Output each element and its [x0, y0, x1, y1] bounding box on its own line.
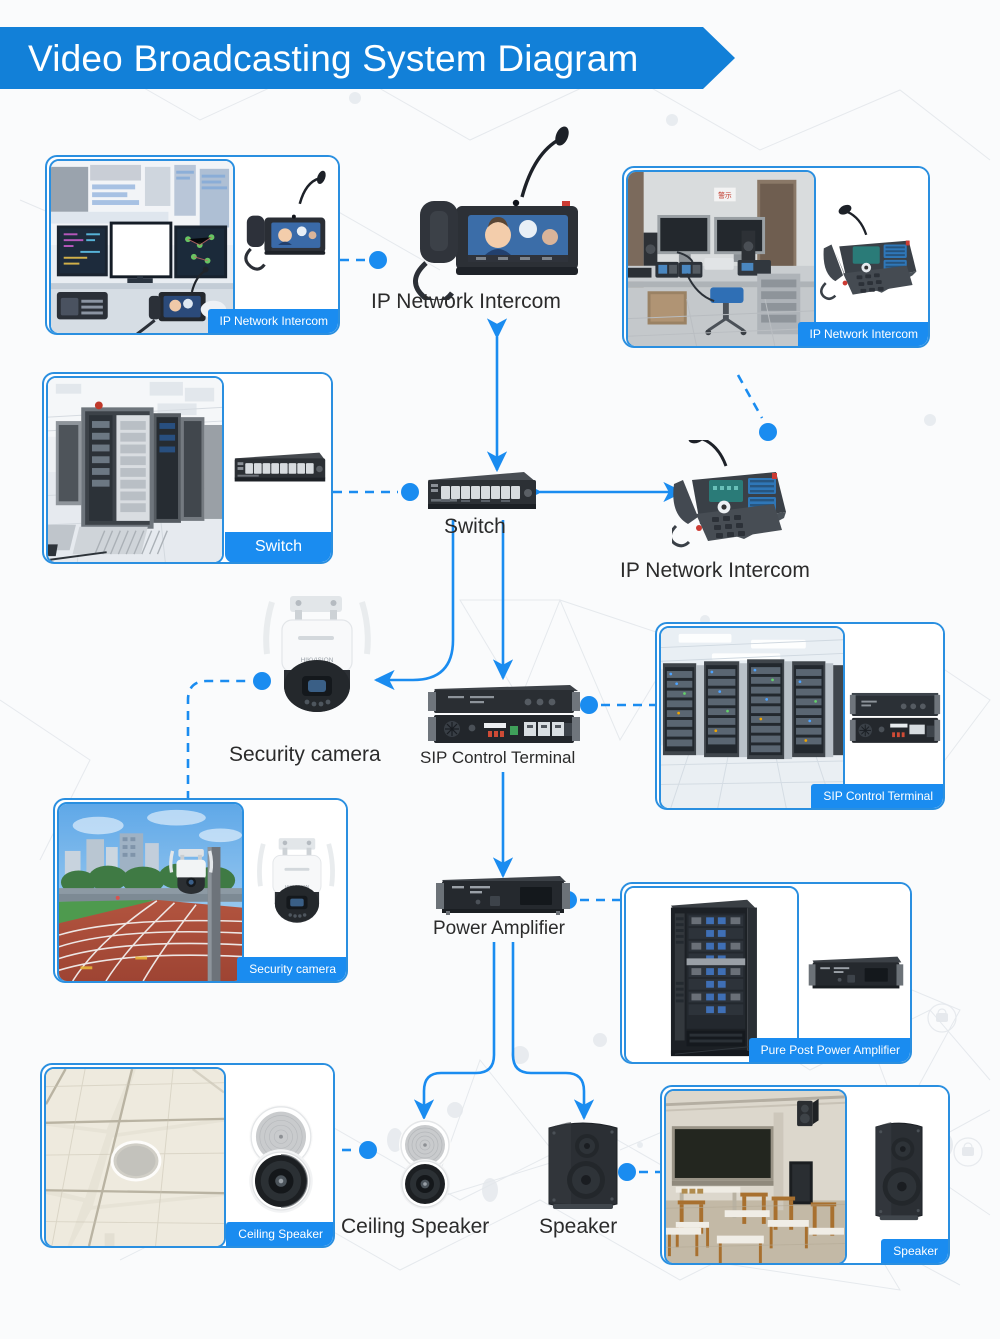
node-sip-control-terminal-icon — [428, 685, 583, 747]
page-title: Video Broadcasting System Diagram — [28, 37, 639, 79]
link-node-sip-to-card-sip — [580, 696, 655, 714]
node-switch-center-icon — [424, 466, 540, 518]
product-rack-mount-power-amplifier: Pure Post Power Amplifier — [748, 884, 910, 1062]
photo-control-room-monitors — [49, 159, 235, 333]
node-switch-center-label: Switch — [444, 515, 506, 538]
node-security-camera-icon: HIKVISION — [262, 592, 372, 737]
node-sip-control-terminal-label: SIP Control Terminal — [420, 748, 576, 767]
product-round-ceiling-speaker-pair: Ceiling Speaker — [226, 1065, 333, 1246]
link-card-ceiling-to-node-ceiling — [342, 1141, 377, 1159]
svg-text:警示: 警示 — [718, 190, 732, 199]
node-speaker-label: Speaker — [539, 1215, 618, 1238]
link-node-speaker-to-card-speaker — [618, 1163, 662, 1181]
product-desk-intercom-with-gooseneck-mic: IP Network Intercom — [207, 157, 338, 333]
card-power-amplifier[interactable]: Pure Post Power Amplifier — [620, 882, 912, 1064]
link-switch-to-security-camera — [373, 520, 455, 691]
card-sip-control-terminal[interactable]: SIP Control Terminal — [655, 622, 945, 810]
card-label: Switch — [225, 532, 331, 562]
link-amp-to-speakers — [413, 942, 595, 1121]
card-speaker[interactable]: Speaker — [660, 1085, 950, 1265]
product-network-switch-8-port: Switch — [225, 374, 331, 562]
node-ip-network-intercom-right-icon — [672, 440, 806, 552]
product-ptz-dome-camera-white: HIKVISION Security camera — [237, 800, 346, 981]
node-ip-network-intercom-top-icon — [392, 125, 607, 300]
product-ip-desk-phone-with-mic: IP Network Intercom — [797, 168, 928, 346]
link-card-intercom-office-to-node — [736, 374, 777, 441]
node-ceiling-speaker-label: Ceiling Speaker — [341, 1215, 490, 1238]
card-ceiling-speaker[interactable]: Ceiling Speaker — [40, 1063, 335, 1248]
photo-suspended-ceiling-with-speaker — [44, 1067, 226, 1246]
photo-office-desk-dual-monitors: 警示 — [626, 170, 816, 346]
photo-running-track-stadium-camera-pole — [57, 802, 244, 981]
diagram-canvas: Video Broadcasting System Diagram node(I… — [0, 0, 1000, 1339]
node-ceiling-speaker-icon — [390, 1118, 460, 1210]
node-power-amplifier-icon — [436, 876, 572, 918]
page-title-banner: Video Broadcasting System Diagram — [0, 27, 735, 89]
link-card-camera-to-node-camera — [186, 672, 271, 800]
card-label: IP Network Intercom — [207, 309, 338, 333]
card-intercom-office[interactable]: 警示 IP Network Intercom — [622, 166, 930, 348]
link-card-intercom-controlroom-to-node — [340, 251, 387, 269]
photo-classroom-with-wall-speaker — [664, 1089, 847, 1263]
card-label: Pure Post Power Amplifier — [748, 1038, 910, 1062]
card-intercom-control-room[interactable]: IP Network Intercom — [45, 155, 340, 335]
node-ip-network-intercom-right-label: IP Network Intercom — [620, 559, 810, 582]
node-power-amplifier-label: Power Amplifier — [433, 918, 565, 939]
card-label: Security camera — [237, 957, 346, 981]
card-label: SIP Control Terminal — [811, 784, 943, 808]
card-label: IP Network Intercom — [797, 322, 928, 346]
node-speaker-icon — [543, 1120, 623, 1216]
card-switch[interactable]: Switch — [42, 372, 333, 564]
card-label: Ceiling Speaker — [226, 1222, 333, 1246]
node-ip-network-intercom-top-label: IP Network Intercom — [371, 290, 561, 313]
photo-data-center-aisle — [659, 626, 845, 808]
card-security-camera[interactable]: HIKVISION Security camera — [53, 798, 348, 983]
node-security-camera-label: Security camera — [229, 743, 381, 766]
product-wall-mount-box-speaker: Speaker — [849, 1087, 948, 1263]
card-label: Speaker — [881, 1239, 948, 1263]
link-card-switch-to-node-switch — [333, 483, 419, 501]
product-rack-mount-sip-terminal: SIP Control Terminal — [811, 624, 943, 808]
photo-server-room-racks — [46, 376, 224, 562]
